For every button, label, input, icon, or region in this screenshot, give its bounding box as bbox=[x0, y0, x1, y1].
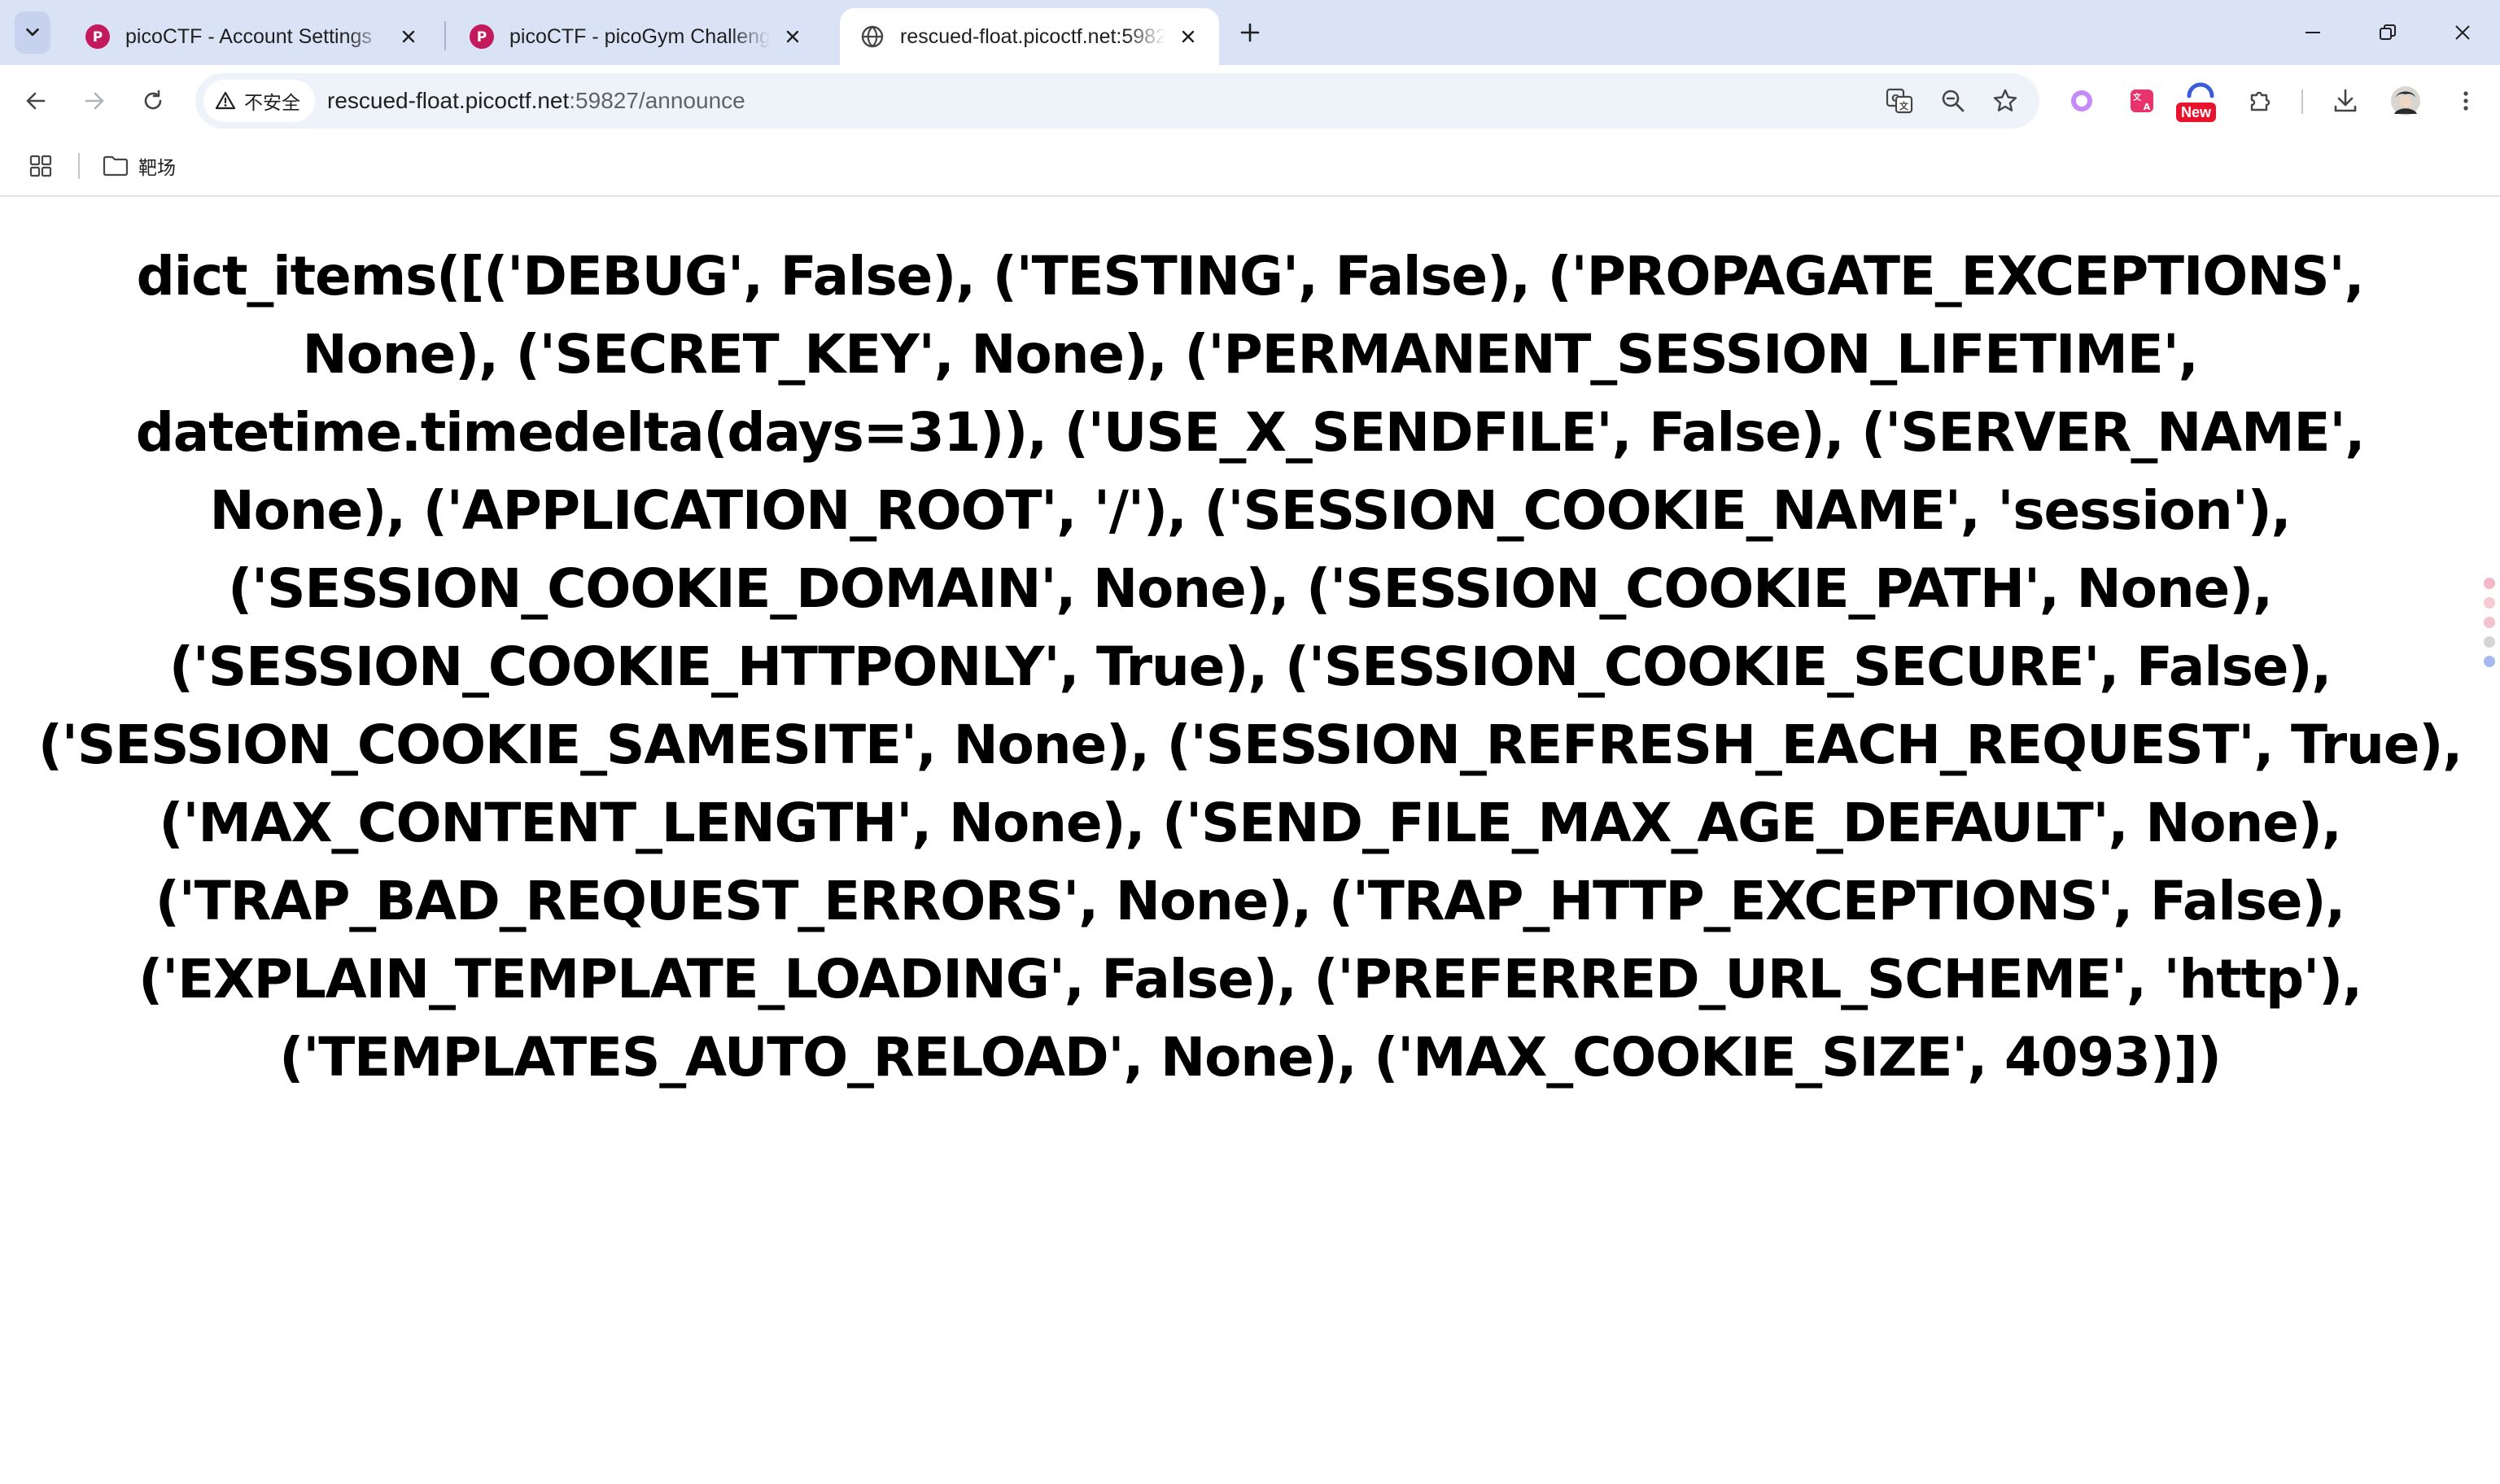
browser-toolbar: 不安全 rescued-float.picoctf.net:59827/anno… bbox=[0, 65, 2500, 137]
url-host: rescued-float.picoctf.net bbox=[327, 88, 570, 113]
tab-picogym-challenges[interactable]: P picoCTF - picoGym Challenges bbox=[449, 8, 824, 65]
new-tab-button[interactable] bbox=[1234, 16, 1266, 49]
restore-button[interactable] bbox=[2363, 10, 2412, 55]
address-bar[interactable]: 不安全 rescued-float.picoctf.net:59827/anno… bbox=[195, 73, 2039, 129]
zoom-button[interactable] bbox=[1934, 81, 1973, 120]
reload-button[interactable] bbox=[132, 80, 174, 122]
translate-extension-icon: 文 A bbox=[2131, 89, 2153, 112]
puzzle-icon bbox=[2250, 91, 2271, 111]
svg-text:文: 文 bbox=[2133, 92, 2142, 103]
forward-button[interactable] bbox=[73, 80, 116, 122]
picoctf-icon: P bbox=[469, 24, 495, 50]
bookmark-folder-label: 靶场 bbox=[138, 158, 176, 179]
browser-menu-button[interactable] bbox=[2445, 80, 2487, 122]
bookmark-folder-range[interactable]: 靶场 bbox=[103, 146, 176, 186]
close-tab-icon[interactable] bbox=[1174, 22, 1203, 51]
restore-icon bbox=[2380, 24, 2396, 40]
apps-grid-icon bbox=[29, 155, 52, 177]
warning-icon bbox=[215, 91, 236, 110]
side-dot-icon bbox=[2484, 578, 2495, 589]
side-dot-icon bbox=[2484, 617, 2495, 628]
downloads-button[interactable] bbox=[2324, 80, 2367, 122]
extension-translate-button[interactable]: 文 A bbox=[2121, 80, 2163, 122]
tab-strip: P picoCTF - Account Settings P picoCTF -… bbox=[0, 0, 2500, 65]
back-button[interactable] bbox=[15, 80, 57, 122]
reload-icon bbox=[144, 89, 162, 110]
svg-text:文: 文 bbox=[1899, 100, 1909, 111]
minimize-icon bbox=[2306, 32, 2320, 33]
minimize-button[interactable] bbox=[2288, 10, 2337, 55]
translate-button[interactable]: G 文 bbox=[1880, 81, 1919, 120]
tab-search-button[interactable] bbox=[15, 11, 50, 54]
globe-icon bbox=[859, 24, 885, 50]
tab-separator bbox=[444, 21, 446, 50]
svg-text:P: P bbox=[93, 29, 103, 46]
tab-title: picoCTF - Account Settings bbox=[125, 24, 372, 48]
avatar-icon bbox=[2391, 86, 2420, 116]
close-window-button[interactable] bbox=[2438, 10, 2487, 55]
zoom-out-icon bbox=[1942, 89, 1965, 112]
tab-announce[interactable]: rescued-float.picoctf.net:59827/announce bbox=[840, 8, 1219, 65]
bookmark-star-button[interactable] bbox=[1986, 81, 2025, 120]
download-icon bbox=[2334, 89, 2357, 112]
security-label: 不安全 bbox=[244, 93, 300, 114]
toolbar-divider bbox=[2301, 89, 2303, 114]
close-tab-icon[interactable] bbox=[778, 22, 807, 51]
profile-button[interactable] bbox=[2384, 80, 2427, 122]
extension-circle-button[interactable] bbox=[2061, 80, 2103, 122]
close-icon bbox=[2455, 25, 2470, 40]
side-dot-icon bbox=[2484, 597, 2495, 609]
url-text[interactable]: rescued-float.picoctf.net:59827/announce bbox=[327, 73, 745, 129]
kebab-menu-icon bbox=[2463, 91, 2468, 111]
tab-title: rescued-float.picoctf.net:59827/announce bbox=[900, 24, 1165, 48]
apps-button[interactable] bbox=[24, 150, 57, 182]
url-path: :59827/announce bbox=[569, 88, 745, 113]
extension-new-button[interactable]: New bbox=[2176, 80, 2222, 122]
translate-icon: G 文 bbox=[1886, 88, 1913, 114]
arrow-right-icon bbox=[85, 92, 104, 110]
flask-config-dump: dict_items([('DEBUG', False), ('TESTING'… bbox=[37, 245, 2463, 1089]
tab-account-settings[interactable]: P picoCTF - Account Settings bbox=[65, 8, 439, 65]
bookmarks-separator bbox=[78, 153, 80, 179]
svg-text:P: P bbox=[477, 29, 487, 46]
chevron-down-icon bbox=[26, 28, 39, 37]
arrow-left-icon bbox=[26, 92, 46, 110]
side-dot-icon bbox=[2484, 656, 2495, 667]
bookmarks-bar: 靶场 bbox=[0, 137, 2500, 197]
side-extension-strip[interactable] bbox=[2479, 571, 2500, 709]
page-viewport: dict_items([('DEBUG', False), ('TESTING'… bbox=[0, 197, 2500, 1484]
close-tab-icon[interactable] bbox=[394, 22, 423, 51]
svg-text:A: A bbox=[2144, 102, 2151, 112]
purple-ring-icon bbox=[2071, 90, 2092, 111]
side-dot-icon bbox=[2484, 636, 2495, 648]
extensions-menu-button[interactable] bbox=[2240, 80, 2282, 122]
plus-icon bbox=[1240, 23, 1260, 42]
star-icon bbox=[1993, 89, 2017, 111]
tab-title: picoCTF - picoGym Challenges bbox=[509, 24, 770, 48]
picoctf-icon: P bbox=[85, 24, 111, 50]
folder-icon bbox=[103, 155, 129, 177]
security-indicator[interactable]: 不安全 bbox=[203, 80, 315, 122]
new-badge: New bbox=[2176, 103, 2217, 122]
